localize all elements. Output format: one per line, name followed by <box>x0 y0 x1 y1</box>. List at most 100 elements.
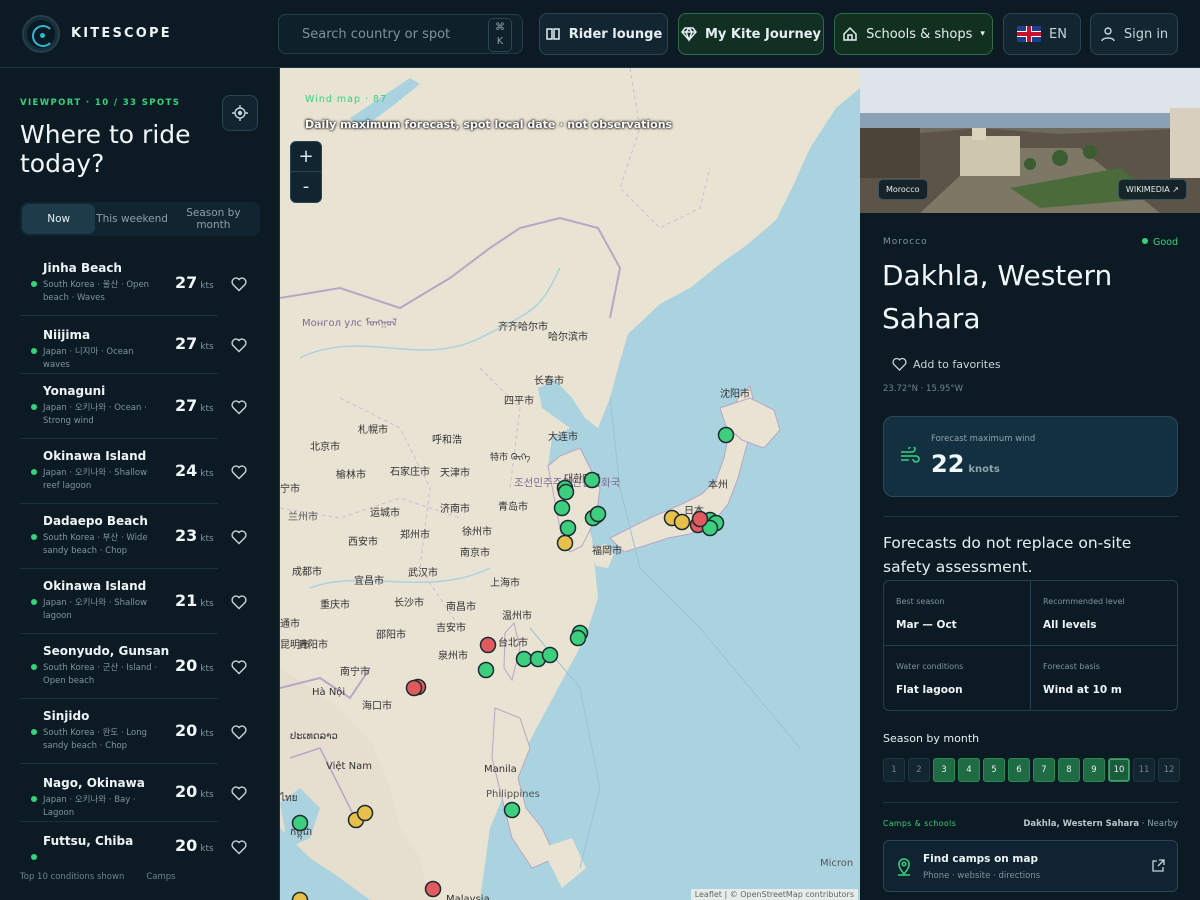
list-item[interactable]: Dadaepo Beach South Korea · 부산 · Wide sa… <box>20 504 247 569</box>
spot-marker[interactable] <box>515 650 533 668</box>
spot-wind-value: 23 kts <box>175 526 214 545</box>
map-label: 上海市 <box>490 576 520 589</box>
spot-marker[interactable] <box>503 801 521 819</box>
map-label: 武汉市 <box>408 566 438 579</box>
spot-marker[interactable] <box>477 661 495 679</box>
locate-button[interactable] <box>222 95 258 131</box>
season-title: Season by month <box>883 732 980 745</box>
spot-name: Futtsu, Chiba <box>43 834 134 848</box>
favorite-heart-icon[interactable] <box>231 276 247 292</box>
map-label: 台北市 <box>498 636 528 649</box>
spot-wind-value: 20 kts <box>175 782 214 801</box>
map-label: 昆明市 <box>280 638 310 651</box>
favorite-heart-icon[interactable] <box>231 724 247 740</box>
forecast-wind-card: Forecast maximum wind 22 knots <box>883 416 1178 497</box>
map-label: 郑州市 <box>400 528 430 541</box>
wind-map[interactable]: Монгол улс ᠮᠣᠩᠭᠣᠯ 齐齐哈尔市 哈尔滨市 长春市 四平市 沈阳市 札幌市 呼和… <box>280 68 860 900</box>
language-selector[interactable]: EN <box>1003 13 1081 55</box>
find-camps-button[interactable]: Find camps on map Phone · website · dire… <box>883 840 1178 892</box>
status-dot <box>31 281 37 287</box>
month-cell: 9 <box>1083 758 1105 782</box>
status-dot <box>31 729 37 735</box>
spot-marker[interactable] <box>589 505 607 523</box>
list-item[interactable]: Seonyudo, Gunsan South Korea · 군산 · Isla… <box>20 634 247 699</box>
add-to-favorites-button[interactable]: Add to favorites <box>892 357 1001 371</box>
spot-marker[interactable] <box>291 814 309 832</box>
kite-journey-button[interactable]: My Kite Journey <box>678 13 824 55</box>
top-bar: KITESCOPE Search country or spot ⌘ K Ride… <box>0 0 1200 68</box>
user-icon <box>1101 27 1115 42</box>
list-item[interactable]: Yonaguni Japan · 오키나와 · Ocean · Strong w… <box>20 374 247 439</box>
month-cell: 1 <box>883 758 905 782</box>
month-cell: 11 <box>1133 758 1155 782</box>
spot-marker[interactable] <box>553 499 571 517</box>
schools-shops-dropdown[interactable]: Schools & shops ▾ <box>834 13 993 55</box>
spot-wind-value: 20 kts <box>175 656 214 675</box>
tab-season-by-month[interactable]: Season by month <box>169 207 258 231</box>
rider-lounge-button[interactable]: Rider lounge <box>539 13 668 55</box>
list-item[interactable]: Niijima Japan · 니지마 · Ocean waves 27 kts <box>20 316 247 374</box>
favorite-heart-icon[interactable] <box>231 659 247 675</box>
list-item[interactable]: Okinawa Island Japan · 오키나와 · Shallow la… <box>20 569 247 634</box>
month-cell: 5 <box>983 758 1005 782</box>
spot-name: Nago, Okinawa <box>43 776 145 790</box>
map-label: Việt Nam <box>326 760 372 772</box>
spot-marker[interactable] <box>691 510 709 528</box>
book-icon <box>545 28 560 40</box>
shortcut-hint: ⌘ K <box>488 18 512 52</box>
spot-marker[interactable] <box>717 426 735 444</box>
sign-in-button[interactable]: Sign in <box>1090 13 1178 55</box>
favorite-heart-icon[interactable] <box>231 464 247 480</box>
spot-marker[interactable] <box>557 483 575 501</box>
map-tiles[interactable]: Монгол улс ᠮᠣᠩᠭᠣᠯ 齐齐哈尔市哈尔滨市长春市四平市 沈阳市札幌市呼和… <box>280 68 860 900</box>
spot-name: Sinjido <box>43 709 90 723</box>
wikimedia-credit-link[interactable]: WIKIMEDIA ↗ <box>1117 179 1187 200</box>
search-input[interactable]: Search country or spot <box>302 27 450 42</box>
spot-marker[interactable] <box>541 646 559 664</box>
spot-marker[interactable] <box>559 519 577 537</box>
spot-name: Niijima <box>43 328 91 342</box>
favorite-heart-icon[interactable] <box>231 594 247 610</box>
map-title: Wind map · 87 <box>305 94 388 105</box>
external-link-icon <box>1152 859 1165 872</box>
spot-marker[interactable] <box>356 804 374 822</box>
map-attribution[interactable]: Leaflet | © OpenStreetMap contributors <box>690 889 858 900</box>
time-filter-tabs: Now This weekend Season by month <box>20 202 260 236</box>
spot-marker[interactable] <box>479 636 497 654</box>
map-label: 特市 ᠬᠥᠬᠡ <box>490 451 530 463</box>
spot-marker[interactable] <box>583 471 601 489</box>
fact-level: Recommended level All levels <box>1031 581 1178 646</box>
kitescope-logo-icon[interactable] <box>22 15 60 53</box>
spot-name: Seonyudo, Gunsan <box>43 644 170 658</box>
spot-list-panel: VIEWPORT · 10 / 33 SPOTS Where to ride t… <box>0 68 280 900</box>
map-label: 长沙市 <box>394 596 424 609</box>
zoom-in-button[interactable]: + <box>291 142 321 172</box>
map-label: 成都市 <box>292 565 322 578</box>
favorite-heart-icon[interactable] <box>231 785 247 801</box>
list-item[interactable]: Jinha Beach South Korea · 울산 · Open beac… <box>20 251 247 316</box>
spot-marker[interactable] <box>569 629 587 647</box>
spot-facts-grid: Best season Mar — Oct Recommended level Al… <box>883 580 1178 711</box>
list-item[interactable]: Okinawa Island Japan · 오키나와 · Shallow re… <box>20 439 247 504</box>
map-label: 长春市 <box>534 374 564 387</box>
favorite-heart-icon[interactable] <box>231 337 247 353</box>
spot-marker[interactable] <box>424 880 442 898</box>
brand-name[interactable]: KITESCOPE <box>71 26 172 41</box>
list-item[interactable]: Nago, Okinawa Japan · 오키나와 · Bay · Lagoo… <box>20 764 247 822</box>
search-box[interactable]: Search country or spot ⌘ K <box>278 14 523 54</box>
list-item[interactable]: Sinjido South Korea · 완도 · Long sandy be… <box>20 699 247 764</box>
spot-marker[interactable] <box>405 679 423 697</box>
map-label: 石家庄市 <box>390 465 430 478</box>
camps-link[interactable]: Camps <box>146 872 175 882</box>
tab-now[interactable]: Now <box>22 204 96 234</box>
spot-marker[interactable] <box>673 513 691 531</box>
zoom-controls: + - <box>290 141 322 203</box>
list-item[interactable]: Futtsu, Chiba 20 kts <box>20 822 247 872</box>
tab-this-weekend[interactable]: This weekend <box>95 213 168 225</box>
status-dot <box>31 404 37 410</box>
favorite-heart-icon[interactable] <box>231 839 247 855</box>
zoom-out-button[interactable]: - <box>291 172 321 202</box>
favorite-heart-icon[interactable] <box>231 399 247 415</box>
spot-marker[interactable] <box>556 534 574 552</box>
favorite-heart-icon[interactable] <box>231 529 247 545</box>
